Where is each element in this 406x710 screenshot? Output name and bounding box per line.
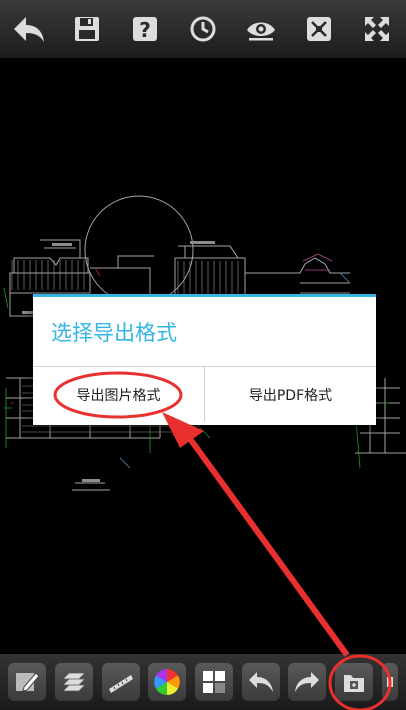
export-format-dialog: 选择导出格式 导出图片格式 导出PDF格式 xyxy=(33,294,376,425)
layout-grid-icon[interactable] xyxy=(194,663,233,701)
help-icon[interactable]: ? xyxy=(127,11,163,47)
undo-icon[interactable] xyxy=(241,663,280,701)
fit-screen-icon[interactable] xyxy=(301,11,337,47)
export-image-button[interactable]: 导出图片格式 xyxy=(33,367,204,422)
measure-ruler-icon[interactable] xyxy=(101,663,140,701)
save-icon[interactable] xyxy=(69,11,105,47)
more-icon[interactable] xyxy=(381,663,398,701)
back-arrow-icon[interactable] xyxy=(11,11,47,47)
redo-icon[interactable] xyxy=(288,663,327,701)
fullscreen-icon[interactable] xyxy=(359,11,395,47)
dialog-title: 选择导出格式 xyxy=(51,321,177,345)
color-wheel-icon[interactable] xyxy=(148,663,187,701)
top-toolbar: ? xyxy=(0,0,406,58)
history-clock-icon[interactable] xyxy=(185,11,221,47)
dialog-button-row: 导出图片格式 导出PDF格式 xyxy=(33,367,376,422)
view-eye-icon[interactable] xyxy=(243,11,279,47)
draw-pencil-icon[interactable] xyxy=(8,663,47,701)
export-folder-icon[interactable] xyxy=(334,663,373,701)
export-pdf-button[interactable]: 导出PDF格式 xyxy=(204,367,376,422)
svg-text:?: ? xyxy=(139,18,151,42)
layers-icon[interactable] xyxy=(54,663,93,701)
bottom-toolbar xyxy=(0,654,406,710)
